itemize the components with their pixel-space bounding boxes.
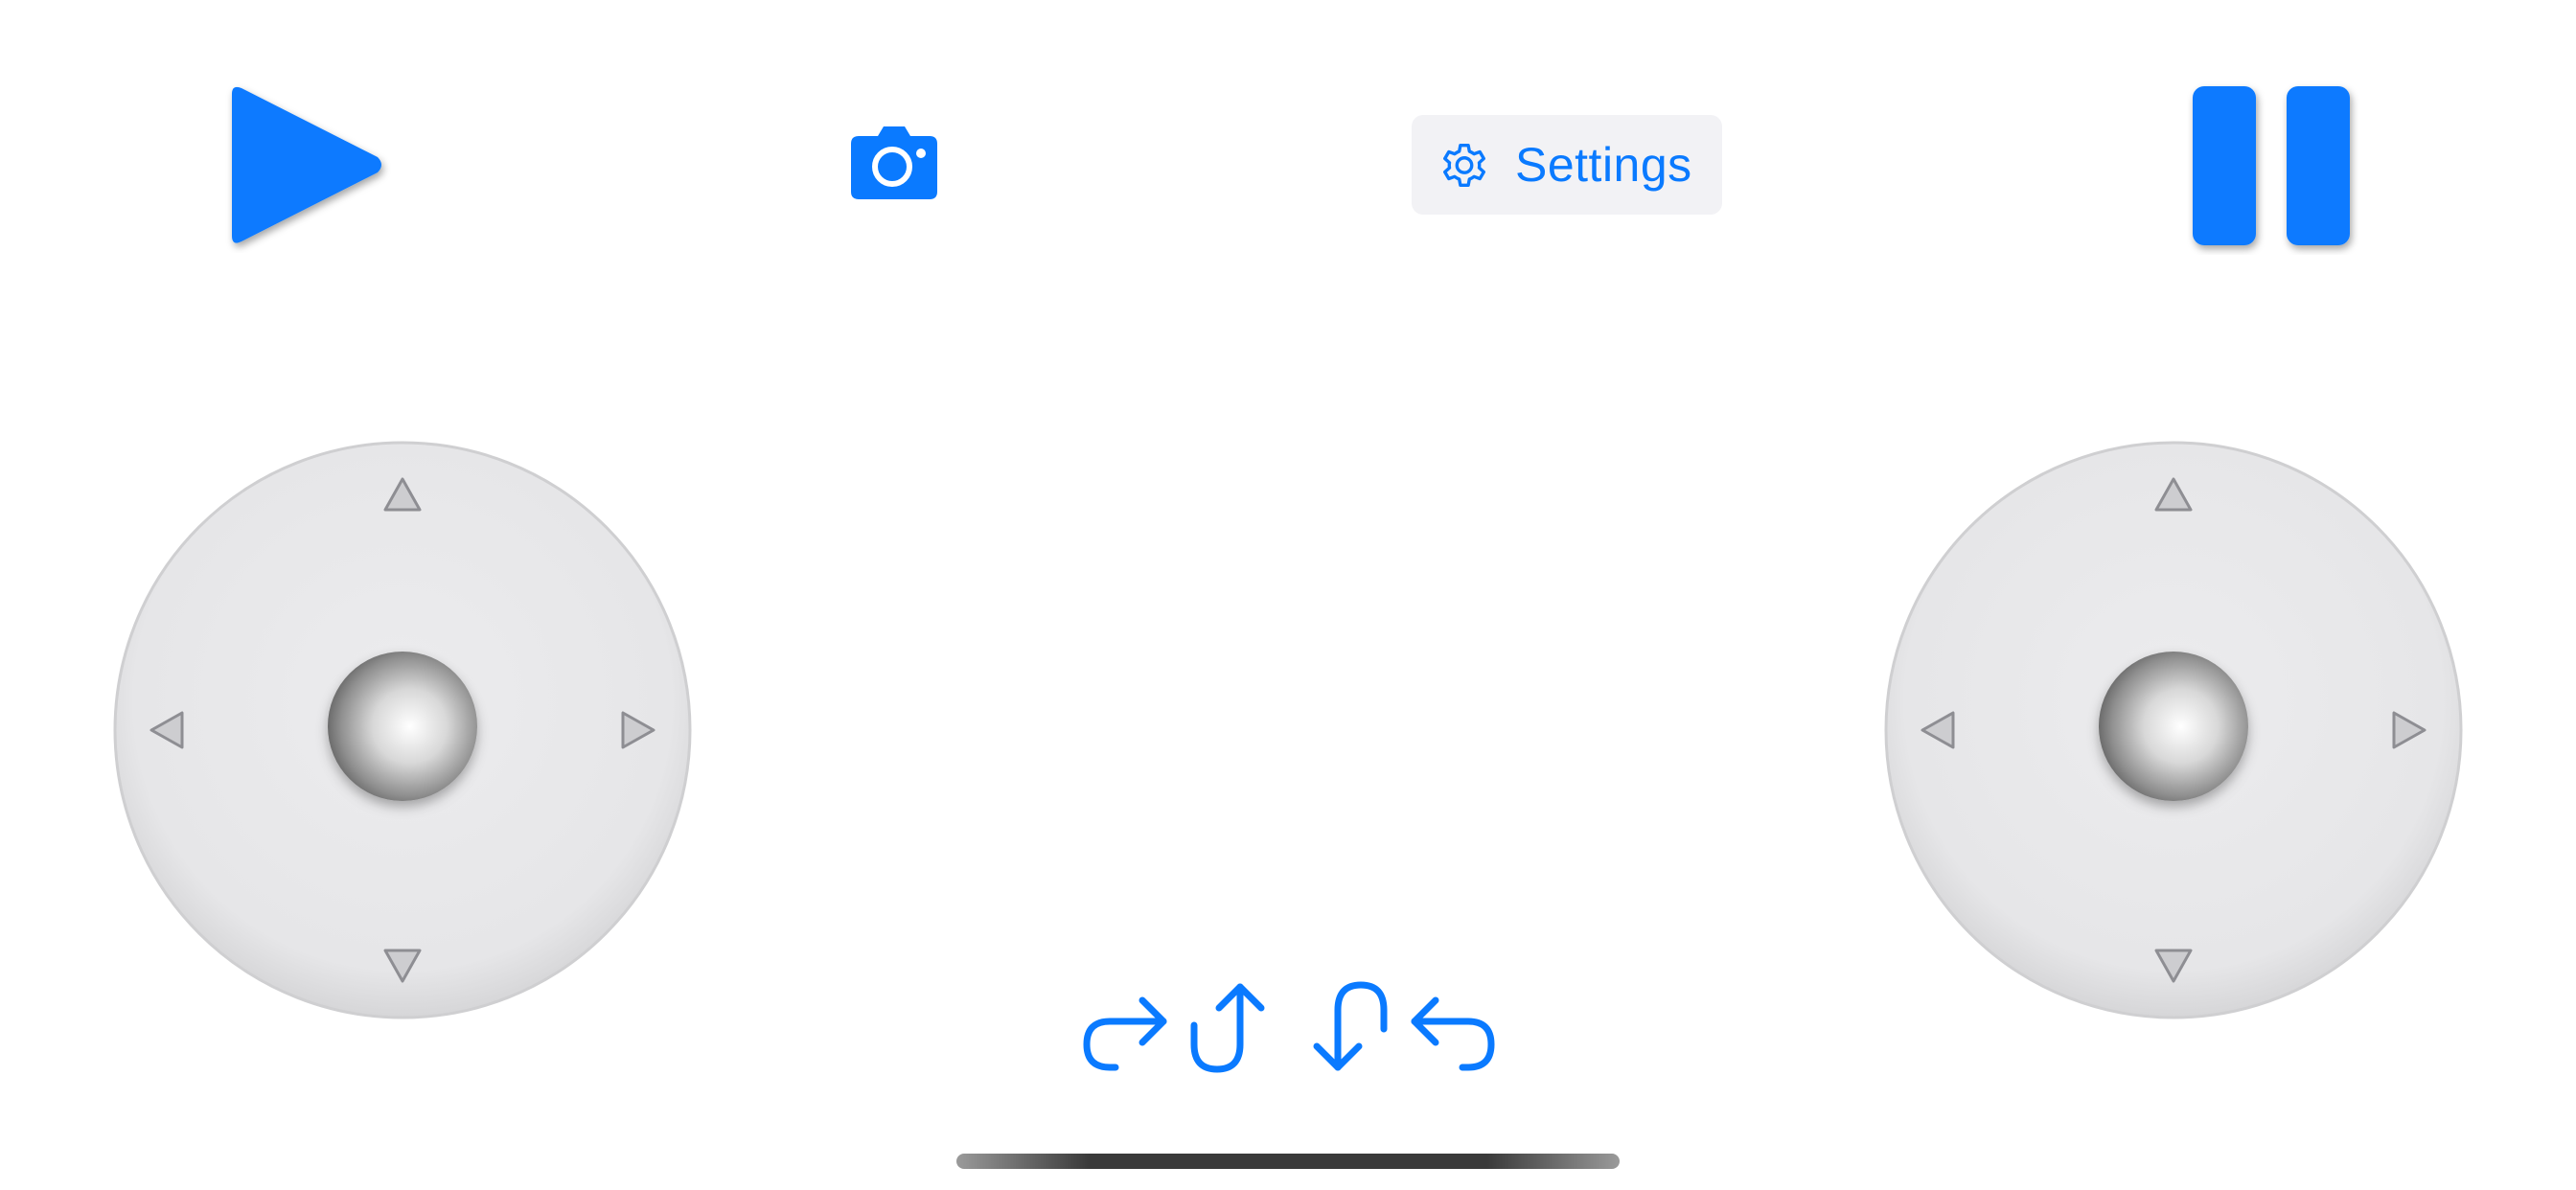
pause-button[interactable] bbox=[2187, 80, 2363, 255]
controller-screen: Settings bbox=[0, 0, 2576, 1190]
arrow-uturn-up-icon bbox=[1190, 983, 1265, 1073]
pause-icon bbox=[2193, 86, 2350, 245]
arrow-uturn-down-icon bbox=[1313, 981, 1388, 1071]
camera-button[interactable] bbox=[849, 125, 939, 201]
play-icon bbox=[232, 86, 381, 243]
pitch-down-button[interactable] bbox=[1294, 977, 1393, 1077]
settings-label: Settings bbox=[1515, 138, 1692, 192]
arrow-turn-up-right-icon bbox=[1083, 996, 1167, 1071]
turn-left-button[interactable] bbox=[1401, 977, 1501, 1077]
play-button[interactable] bbox=[213, 79, 395, 253]
turn-right-button[interactable] bbox=[1077, 977, 1177, 1077]
joystick-knob[interactable] bbox=[2099, 652, 2248, 801]
joystick-pad bbox=[1884, 441, 2463, 1019]
joystick-pad bbox=[113, 441, 692, 1019]
gear-icon bbox=[1443, 144, 1485, 187]
camera-icon bbox=[851, 126, 937, 199]
joystick-knob[interactable] bbox=[328, 652, 477, 801]
settings-button[interactable]: Settings bbox=[1412, 115, 1722, 215]
arrow-turn-up-left-icon bbox=[1411, 996, 1495, 1071]
pitch-up-button[interactable] bbox=[1184, 977, 1284, 1077]
left-joystick[interactable] bbox=[109, 437, 696, 1023]
home-indicator[interactable] bbox=[956, 1154, 1620, 1169]
right-joystick[interactable] bbox=[1880, 437, 2467, 1023]
